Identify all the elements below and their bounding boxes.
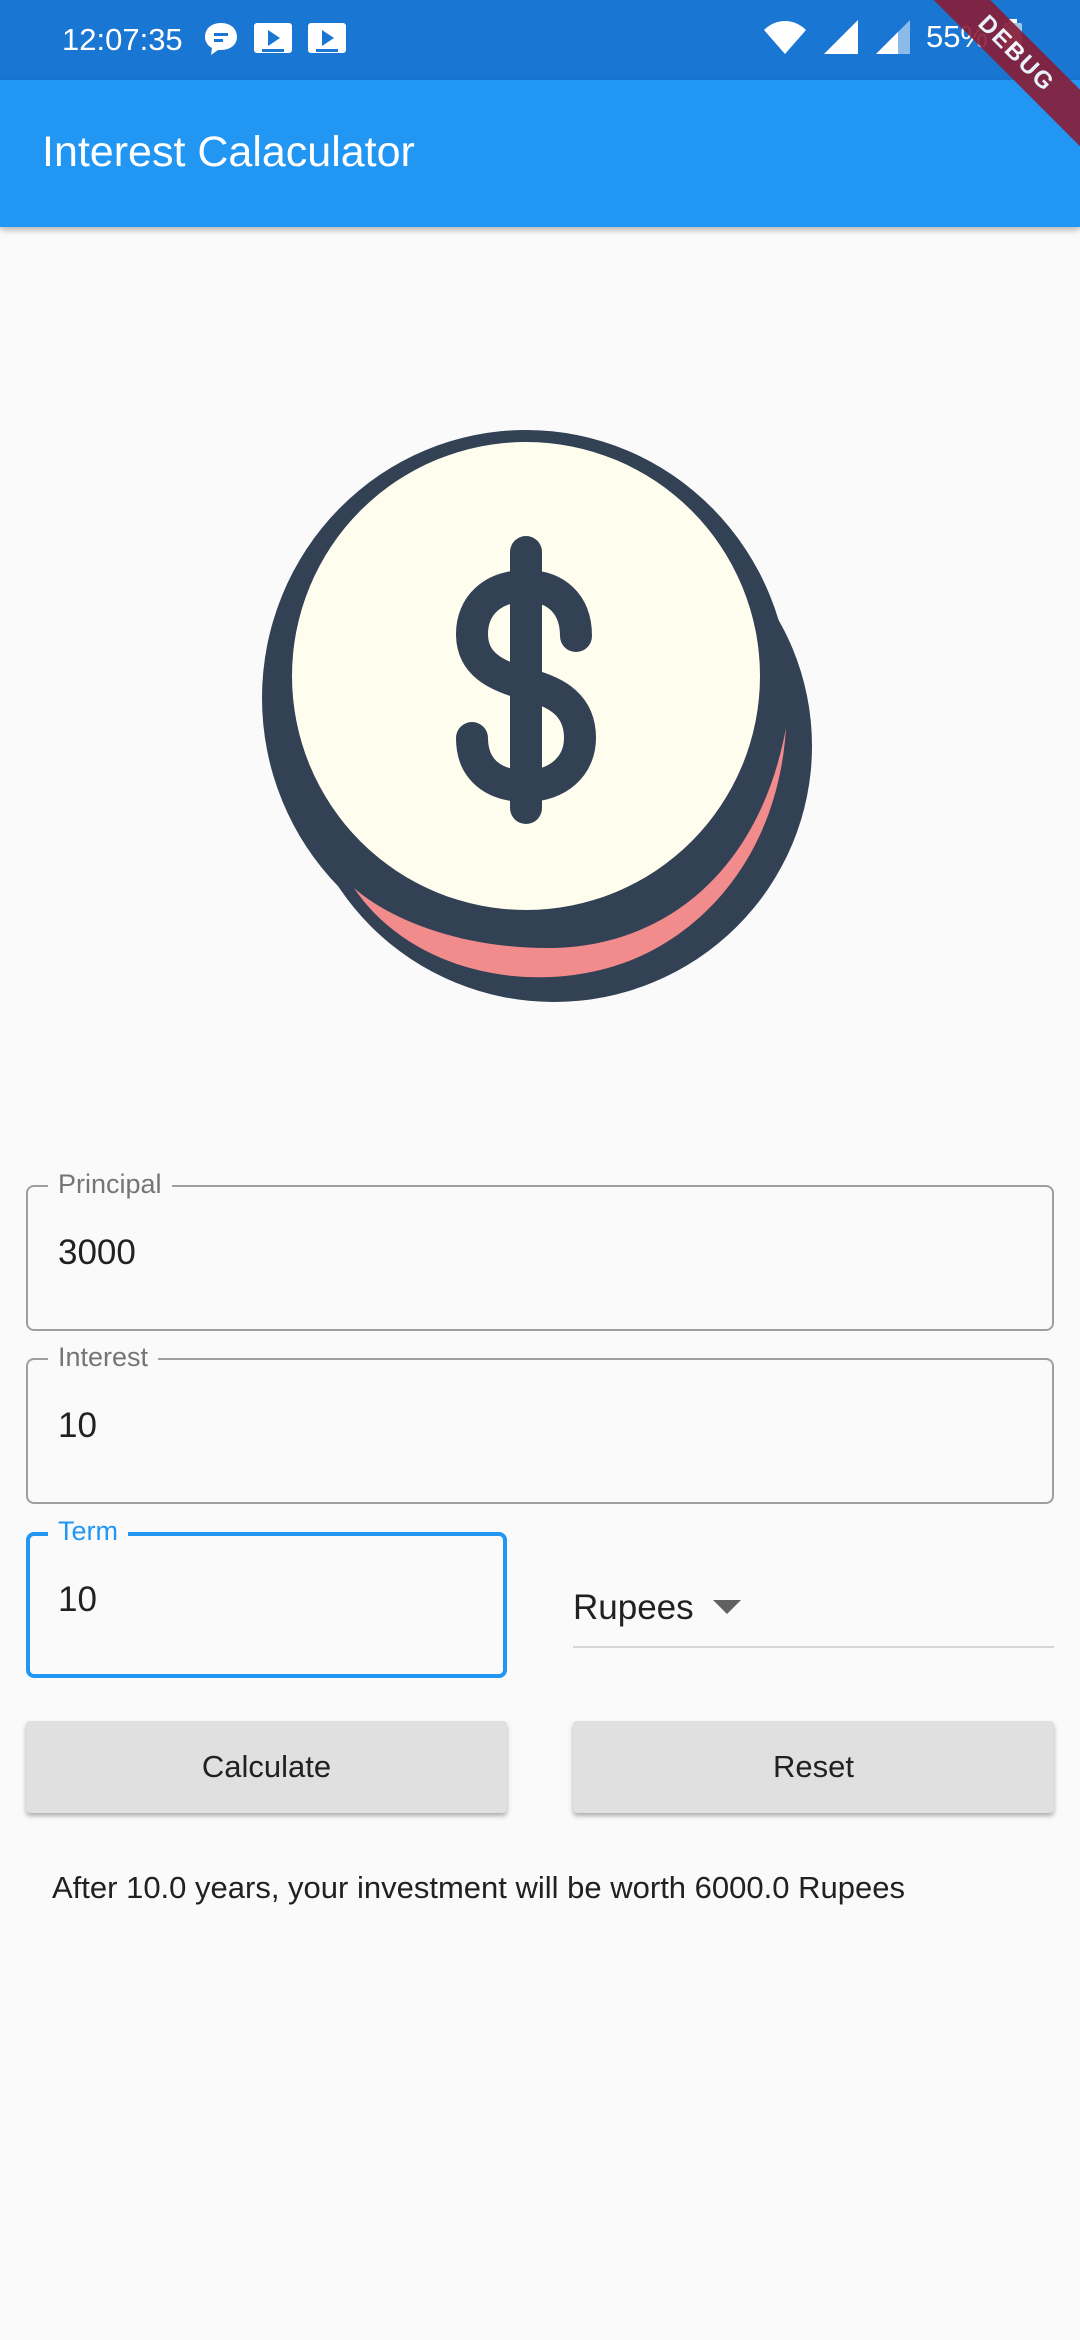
status-bar: 12:07:35 55% xyxy=(0,0,1080,80)
interest-field[interactable]: Interest 10 xyxy=(26,1342,1054,1504)
reset-button[interactable]: Reset xyxy=(573,1721,1054,1813)
dollar-coin-icon xyxy=(262,430,812,1002)
interest-value: 10 xyxy=(58,1406,97,1445)
term-value: 10 xyxy=(58,1580,97,1619)
currency-selected: Rupees xyxy=(573,1588,694,1627)
calculate-button[interactable]: Calculate xyxy=(26,1721,507,1813)
cell-signal-icon xyxy=(823,20,858,54)
screencast-icon xyxy=(308,23,346,53)
dropdown-arrow-icon xyxy=(713,1600,741,1614)
term-label: Term xyxy=(48,1516,128,1547)
term-field[interactable]: Term 10 xyxy=(26,1516,507,1678)
result-text: After 10.0 years, your investment will b… xyxy=(52,1870,905,1905)
interest-label: Interest xyxy=(48,1342,159,1373)
wifi-icon xyxy=(763,21,806,54)
chat-bubble-icon xyxy=(205,23,237,55)
app-bar: Interest Calaculator xyxy=(0,80,1080,227)
notification-icons xyxy=(202,20,348,60)
principal-label: Principal xyxy=(48,1169,172,1200)
cell-signal-icon xyxy=(875,20,910,54)
principal-field[interactable]: Principal 3000 xyxy=(26,1169,1054,1331)
page-title: Interest Calaculator xyxy=(42,128,415,176)
currency-dropdown[interactable]: Rupees xyxy=(573,1540,1054,1648)
principal-value: 3000 xyxy=(58,1233,136,1272)
screencast-icon xyxy=(254,23,292,53)
status-time: 12:07:35 xyxy=(62,22,183,57)
